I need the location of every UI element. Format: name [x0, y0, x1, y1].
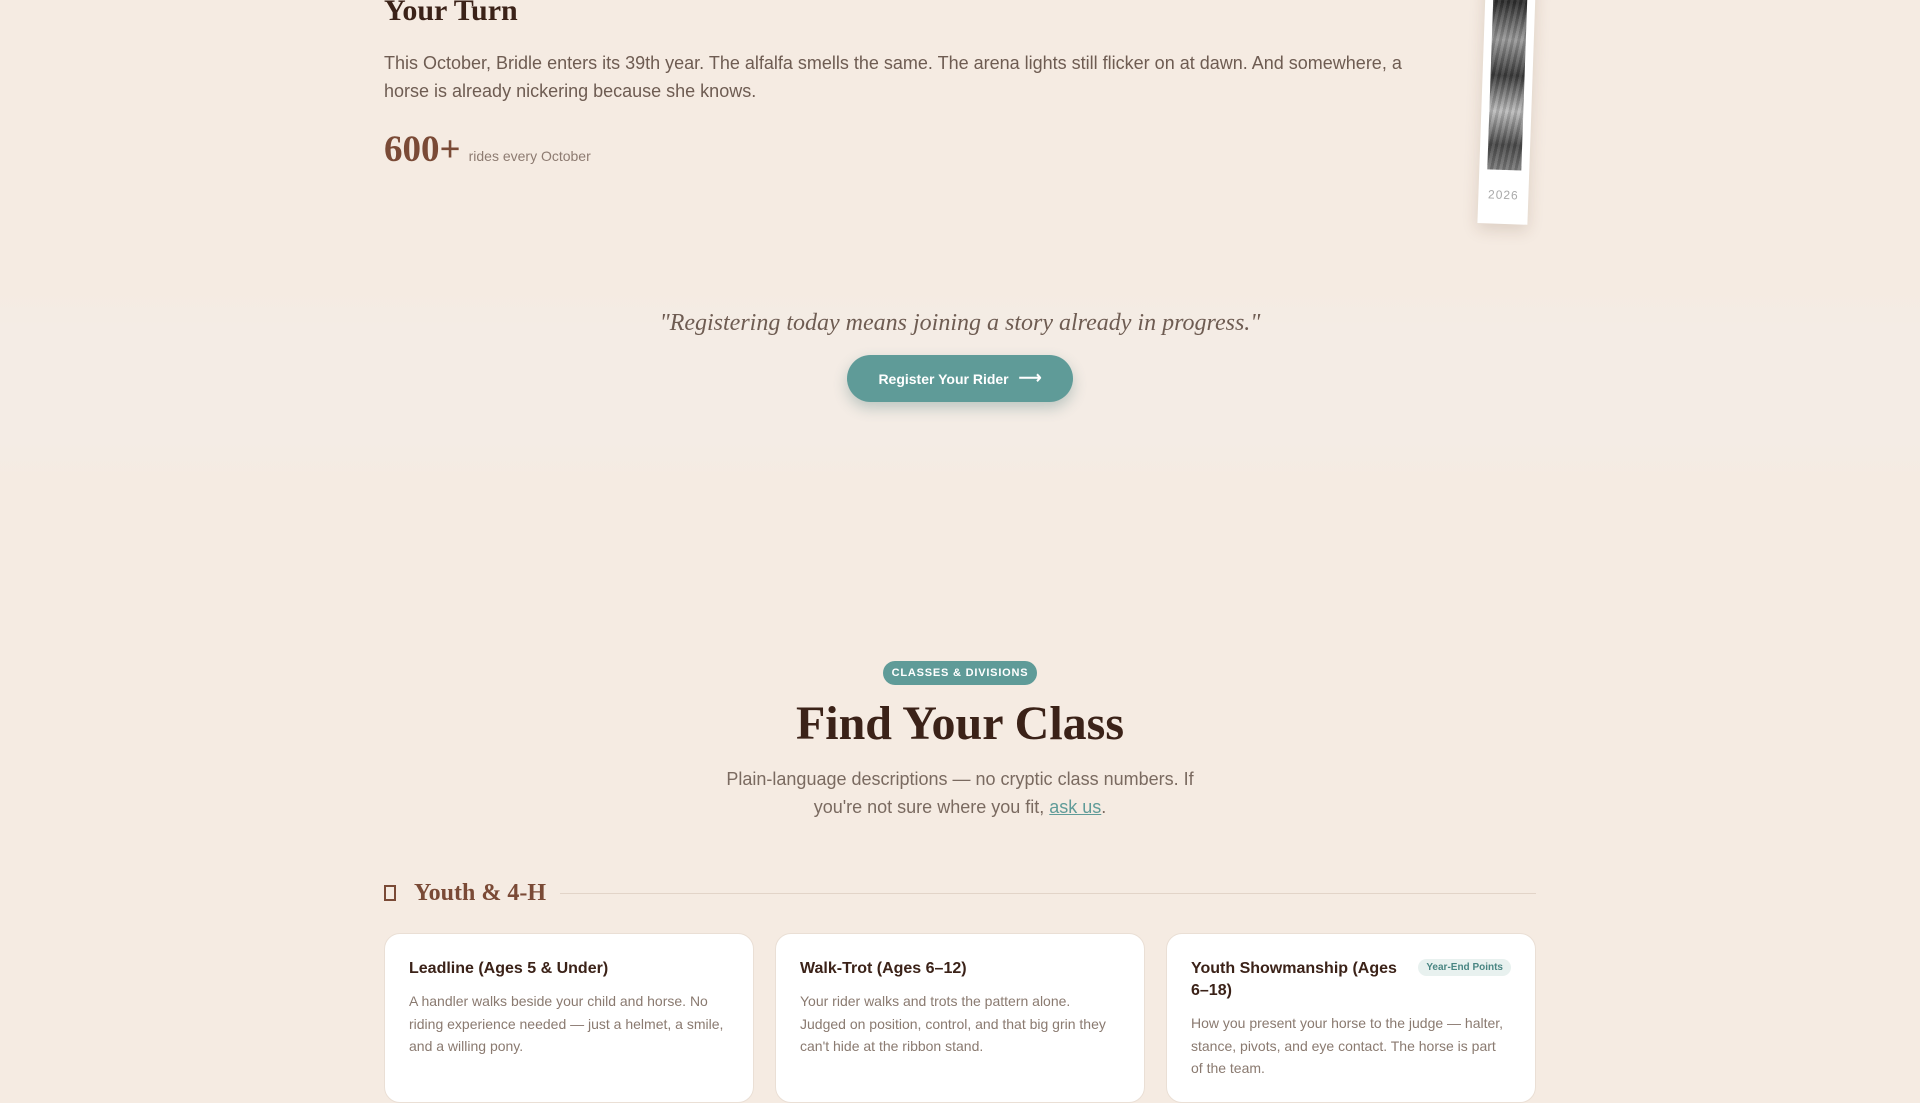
- ask-us-link[interactable]: ask us: [1049, 797, 1101, 817]
- class-card-title: Walk-Trot (Ages 6–12): [800, 960, 967, 977]
- class-card-header: Walk-Trot (Ages 6–12): [800, 958, 1120, 980]
- year-end-points-badge: Year-End Points: [1418, 959, 1511, 976]
- class-card-description: Your rider walks and trots the pattern a…: [800, 993, 1106, 1054]
- rides-stat: 600+ rides every October: [384, 128, 591, 172]
- find-your-class-subtitle: Plain-language descriptions — no cryptic…: [700, 765, 1220, 821]
- class-card-description: A handler walks beside your child and ho…: [409, 993, 724, 1054]
- division-divider: [560, 892, 1536, 894]
- register-rider-button-label: Register Your Rider: [878, 370, 1009, 387]
- your-turn-body: This October, Bridle enters its 39th yea…: [384, 53, 1402, 101]
- subtitle-end: .: [1101, 797, 1107, 817]
- section-eyebrow-pill: CLASSES & DIVISIONS: [883, 661, 1037, 685]
- find-your-class-heading: Find Your Class: [795, 697, 1125, 750]
- horse-photo: [1487, 0, 1529, 171]
- subtitle-text: Plain-language descriptions — no cryptic…: [726, 769, 1194, 817]
- registration-quote: "Registering today means joining a story…: [659, 310, 1261, 336]
- your-turn-heading: Your Turn: [384, 0, 518, 27]
- class-card-description: How you present your horse to the judge …: [1191, 1015, 1504, 1076]
- arrow-right-icon: ⟶: [1018, 369, 1042, 387]
- class-card-header: Leadline (Ages 5 & Under): [409, 958, 729, 980]
- class-card-header: Youth Showmanship (Ages 6–18) Year-End P…: [1191, 958, 1511, 1002]
- division-title: Youth & 4-H: [414, 879, 547, 906]
- class-card-leadline[interactable]: Leadline (Ages 5 & Under) A handler walk…: [384, 933, 754, 1103]
- class-card-walk-trot[interactable]: Walk-Trot (Ages 6–12) Your rider walks a…: [775, 933, 1145, 1103]
- rides-stat-value: 600+: [384, 129, 461, 170]
- class-card-youth-showmanship[interactable]: Youth Showmanship (Ages 6–18) Year-End P…: [1166, 933, 1536, 1103]
- division-header-youth: Youth & 4-H: [384, 876, 1536, 910]
- polaroid-photo-card: 2026: [1477, 0, 1537, 225]
- polaroid-caption-year: 2026: [1487, 187, 1519, 203]
- rides-stat-label: rides every October: [468, 148, 591, 164]
- register-rider-button[interactable]: Register Your Rider ⟶: [847, 355, 1073, 402]
- class-card-title: Youth Showmanship (Ages 6–18): [1191, 960, 1397, 999]
- ribbon-icon: [384, 885, 396, 901]
- class-card-title: Leadline (Ages 5 & Under): [409, 960, 609, 977]
- class-card-list: Leadline (Ages 5 & Under) A handler walk…: [384, 933, 1536, 1103]
